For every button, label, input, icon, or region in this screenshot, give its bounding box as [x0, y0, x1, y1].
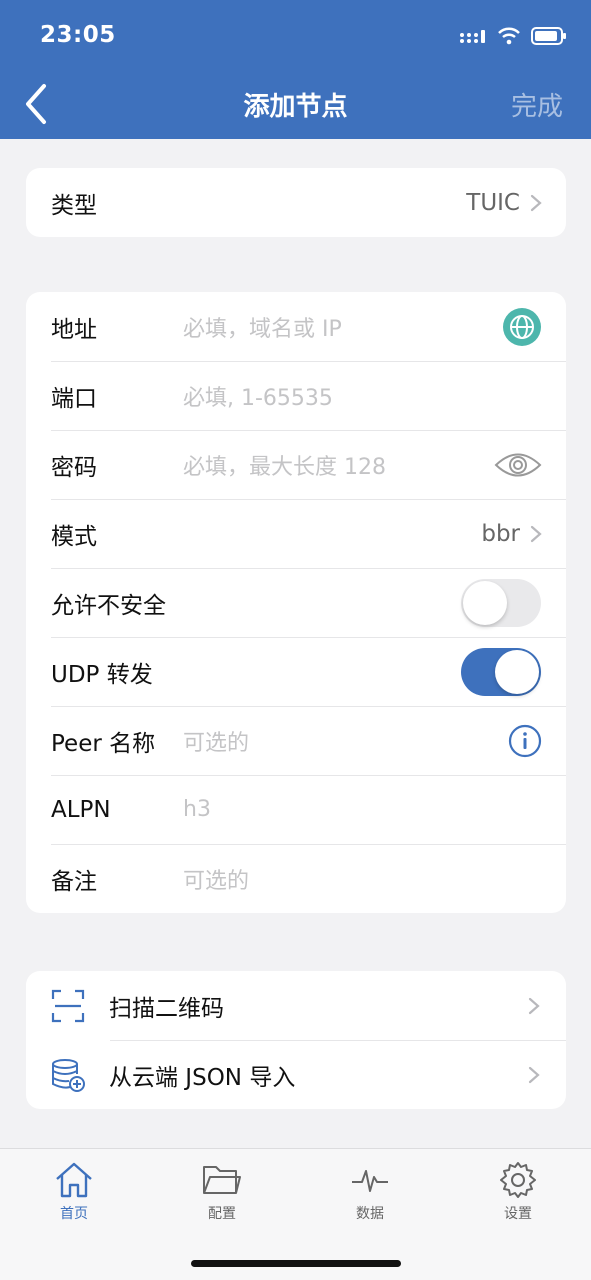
- insecure-toggle[interactable]: [461, 578, 541, 627]
- insecure-label: 允许不安全: [51, 592, 166, 619]
- node-form-card: 地址 必填，域名或 IP 端口 必填, 1-65535 密码 必填，最大长度 1…: [26, 292, 566, 913]
- chevron-right-icon: [530, 194, 542, 211]
- chevron-right-icon: [530, 525, 542, 542]
- peer-row: Peer 名称 可选的: [26, 706, 566, 775]
- type-row[interactable]: 类型 TUIC: [26, 168, 566, 237]
- udp-toggle[interactable]: [461, 647, 541, 696]
- alpn-row: ALPN h3: [26, 775, 566, 844]
- chevron-right-icon: [528, 997, 540, 1014]
- status-icons: [459, 25, 567, 47]
- note-label: 备注: [51, 868, 97, 895]
- toggle-knob: [495, 649, 539, 694]
- note-row: 备注 可选的: [26, 844, 566, 913]
- home-icon: [34, 1161, 114, 1199]
- eye-icon[interactable]: [494, 450, 542, 480]
- udp-row: UDP 转发: [26, 637, 566, 706]
- address-label: 地址: [51, 316, 97, 343]
- wifi-icon: [498, 27, 520, 45]
- type-card: 类型 TUIC: [26, 168, 566, 237]
- home-indicator: [191, 1260, 401, 1267]
- battery-icon: [531, 27, 566, 45]
- page-title: 添加节点: [243, 92, 348, 122]
- navigation-header: 23:05 添加节点 完成: [0, 0, 591, 139]
- udp-label: UDP 转发: [51, 661, 153, 688]
- scan-label: 扫描二维码: [109, 995, 224, 1022]
- mode-label: 模式: [51, 523, 97, 550]
- tab-settings[interactable]: 设置: [478, 1161, 558, 1223]
- import-json-row[interactable]: 从云端 JSON 导入: [26, 1040, 566, 1109]
- alpn-label: ALPN: [51, 796, 111, 823]
- address-input[interactable]: 必填，域名或 IP: [183, 311, 342, 343]
- scan-icon: [51, 989, 85, 1023]
- peer-label: Peer 名称: [51, 730, 156, 757]
- type-value: TUIC: [466, 189, 520, 216]
- chevron-right-icon: [528, 1066, 540, 1083]
- password-row: 密码 必填，最大长度 128: [26, 430, 566, 499]
- tab-home-label: 首页: [60, 1206, 88, 1222]
- folder-icon: [182, 1161, 262, 1199]
- database-add-icon: [51, 1058, 85, 1092]
- cellular-signal-icon: [460, 30, 485, 43]
- type-label: 类型: [51, 192, 97, 219]
- tab-config[interactable]: 配置: [182, 1161, 262, 1223]
- type-value-wrap: TUIC: [466, 190, 566, 216]
- note-input[interactable]: 可选的: [183, 863, 249, 895]
- tab-home[interactable]: 首页: [34, 1161, 114, 1223]
- tab-data[interactable]: 数据: [330, 1161, 410, 1223]
- toggle-knob: [463, 580, 507, 625]
- tab-settings-label: 设置: [504, 1206, 532, 1222]
- address-row: 地址 必填，域名或 IP: [26, 292, 566, 361]
- pulse-icon: [330, 1161, 410, 1199]
- gear-icon: [478, 1161, 558, 1199]
- import-actions-card: 扫描二维码 从云端 JSON 导入: [26, 971, 566, 1109]
- mode-value: bbr: [481, 520, 520, 547]
- port-row: 端口 必填, 1-65535: [26, 361, 566, 430]
- globe-icon[interactable]: [502, 307, 542, 347]
- mode-row[interactable]: 模式 bbr: [26, 499, 566, 568]
- tab-config-label: 配置: [208, 1206, 236, 1222]
- alpn-input[interactable]: h3: [183, 797, 211, 822]
- peer-input[interactable]: 可选的: [183, 725, 249, 757]
- status-time: 23:05: [40, 22, 116, 48]
- scan-qr-row[interactable]: 扫描二维码: [26, 971, 566, 1040]
- insecure-row: 允许不安全: [26, 568, 566, 637]
- import-json-label: 从云端 JSON 导入: [109, 1064, 296, 1091]
- mode-value-wrap: bbr: [481, 521, 566, 547]
- port-label: 端口: [51, 385, 97, 412]
- done-button[interactable]: 完成: [511, 86, 563, 123]
- password-label: 密码: [51, 454, 97, 481]
- tab-data-label: 数据: [356, 1206, 384, 1222]
- password-input[interactable]: 必填，最大长度 128: [183, 449, 386, 481]
- port-input[interactable]: 必填, 1-65535: [183, 380, 333, 412]
- info-icon[interactable]: [508, 724, 542, 758]
